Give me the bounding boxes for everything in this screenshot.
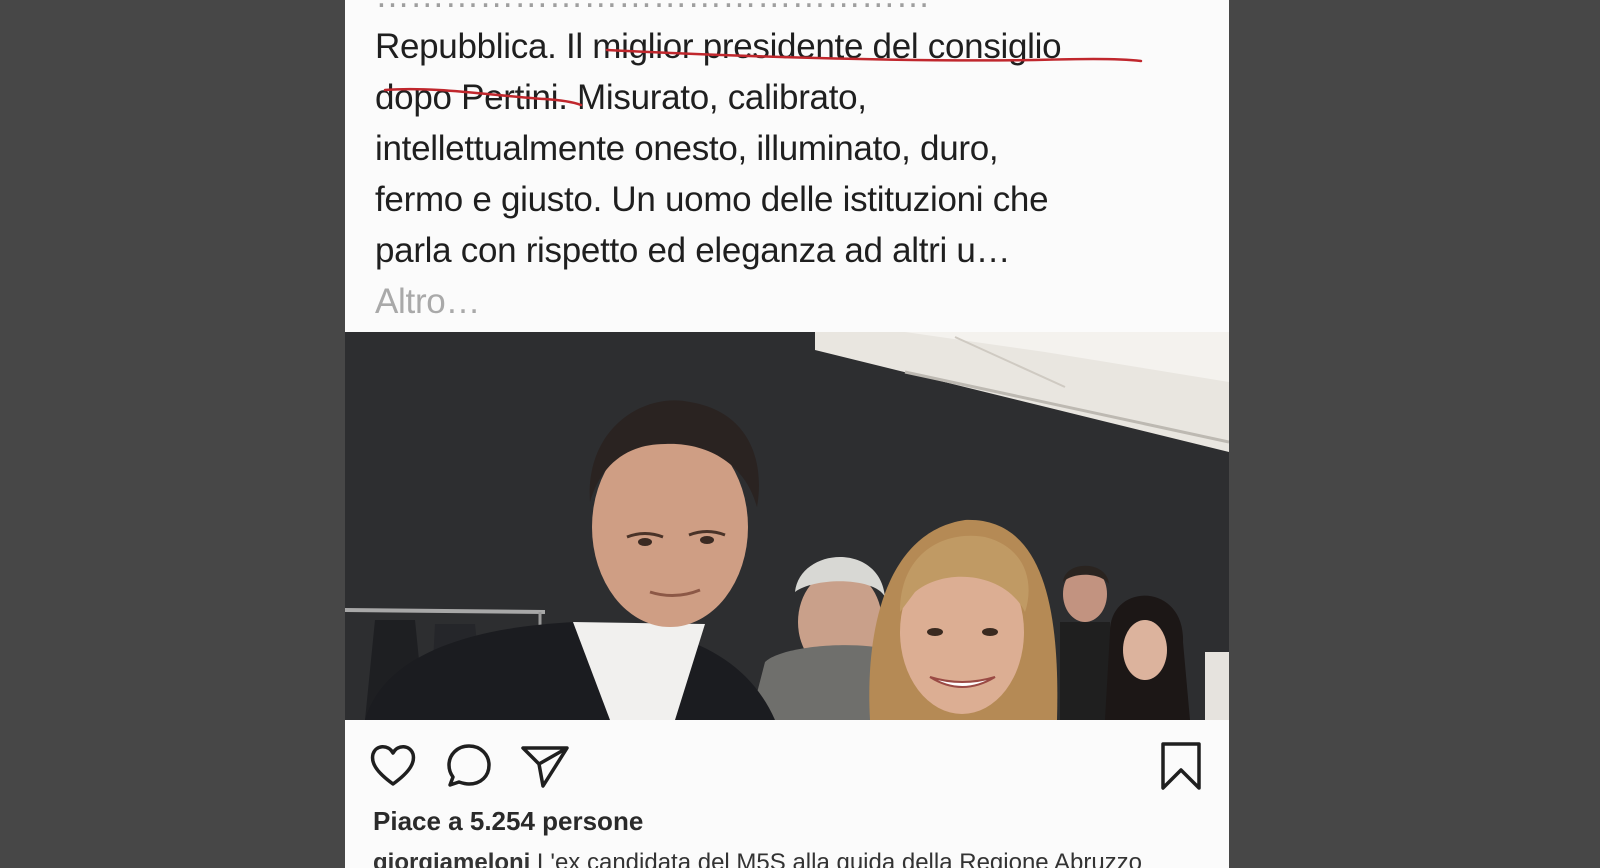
caption-line-5: parla con rispetto ed eleganza ad altri …: [375, 231, 1011, 270]
username-link[interactable]: giorgiameloni: [373, 849, 530, 868]
likes-count[interactable]: Piace a 5.254 persone: [373, 806, 643, 837]
heart-icon: [370, 745, 416, 786]
comment-button[interactable]: [441, 738, 497, 794]
caption-line-4: fermo e giusto. Un uomo delle istituzion…: [375, 180, 1049, 219]
like-button[interactable]: [365, 738, 421, 794]
underline-mark-2: [383, 87, 583, 107]
more-link[interactable]: Altro…: [375, 276, 1215, 327]
share-button[interactable]: [517, 738, 573, 794]
caption-line-3: intellettualmente onesto, illuminato, du…: [375, 129, 999, 168]
photo-illustration: [345, 332, 1229, 720]
comment-icon: [447, 744, 491, 787]
bookmark-icon: [1161, 742, 1201, 790]
post-photo[interactable]: [345, 332, 1229, 720]
action-bar: [345, 738, 1229, 794]
instagram-post-card: ………………………………………… Repubblica. Il miglior …: [345, 0, 1229, 868]
underline-mark-1: [605, 48, 1143, 63]
red-underline-marks: [383, 48, 1143, 107]
send-icon: [521, 746, 569, 788]
save-button[interactable]: [1153, 738, 1209, 794]
description-text: L'ex candidata del M5S alla guida della …: [530, 849, 1143, 868]
post-description: giorgiameloni L'ex candidata del M5S all…: [373, 849, 1223, 868]
